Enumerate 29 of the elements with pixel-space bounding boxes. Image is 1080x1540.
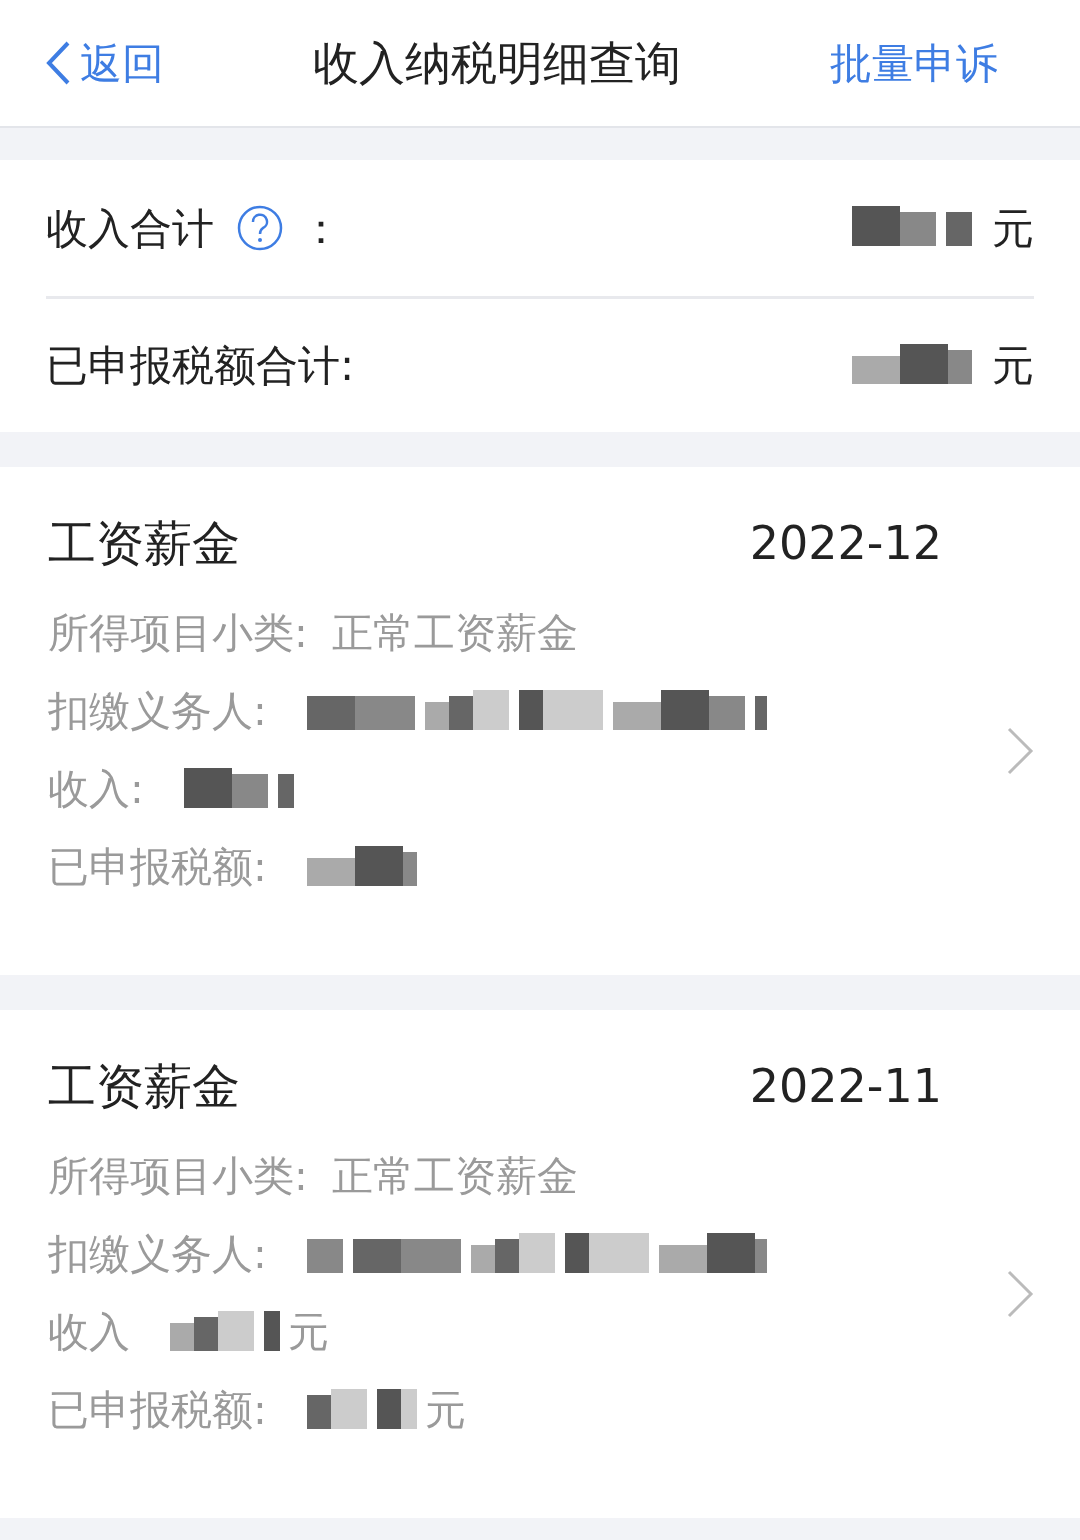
total-income-label: 收入合计 [46, 202, 214, 255]
field-value: 正常工资薪金 [331, 608, 578, 660]
chevron-right-icon [1006, 1269, 1034, 1319]
back-button[interactable]: 返回 [44, 31, 164, 95]
period: 2022-12 [749, 514, 942, 572]
field-label: 收入 [48, 1307, 130, 1359]
total-tax-label: 已申报税额合计: [46, 340, 355, 392]
back-icon [44, 40, 72, 86]
field-label: 扣缴义务人: [48, 1229, 267, 1281]
currency-unit: 元 [992, 202, 1034, 255]
colon: ： [300, 202, 342, 255]
field-label: 所得项目小类: [48, 608, 308, 660]
field-label: 收入: [48, 764, 144, 816]
field-label: 所得项目小类: [48, 1151, 308, 1203]
chevron-right-icon [1006, 726, 1034, 776]
field-value: 正常工资薪金 [331, 1151, 578, 1203]
income-category: 工资薪金 [48, 1057, 240, 1116]
record-card[interactable]: 工资薪金 2022-11 所得项目小类: 正常工资薪金 扣缴义务人: 收入 元 已申报税额: 元 [0, 1010, 1080, 1518]
currency-unit: 元 [288, 1307, 329, 1359]
field-label: 已申报税额: [48, 842, 267, 894]
period: 2022-11 [749, 1057, 942, 1115]
currency-unit: 元 [424, 1385, 466, 1437]
currency-unit: 元 [992, 340, 1034, 392]
income-category: 工资薪金 [48, 514, 240, 573]
batch-appeal-button[interactable]: 批量申诉 [830, 31, 1036, 95]
field-label: 扣缴义务人: [48, 686, 267, 738]
record-card[interactable]: 工资薪金 2022-12 所得项目小类: 正常工资薪金 扣缴义务人: 收入: 已申报税额: [0, 467, 1080, 975]
field-label: 已申报税额: [48, 1385, 267, 1437]
page-title: 收入纳税明细查询 [313, 34, 681, 92]
